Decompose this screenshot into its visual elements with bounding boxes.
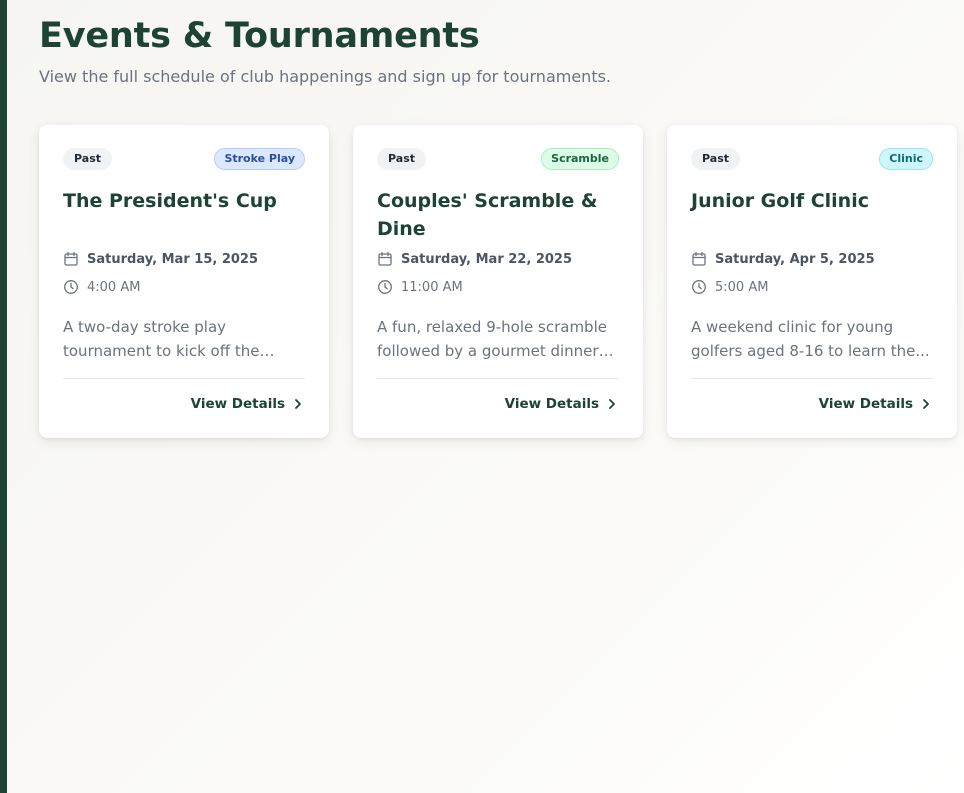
event-date: Saturday, Apr 5, 2025 [715, 251, 875, 267]
clock-icon [64, 280, 78, 294]
event-description: A fun, relaxed 9-hole scramble followed … [377, 318, 607, 360]
view-details-label: View Details [504, 396, 599, 412]
event-time: 4:00 AM [87, 279, 141, 295]
page-title: Events & Tournaments [39, 16, 480, 56]
view-details-button[interactable]: View Details [819, 396, 933, 412]
status-badge: Past [377, 148, 426, 170]
view-details-button[interactable]: View Details [505, 396, 619, 412]
event-title: Couples' Scramble & Dine [377, 190, 598, 240]
event-date-row: Saturday, Mar 22, 2025 [377, 251, 572, 267]
event-card[interactable]: Past Stroke Play The President's Cup Sat… [39, 125, 329, 438]
status-badge: Past [63, 148, 112, 170]
event-time-row: 4:00 AM [63, 279, 140, 295]
calendar-icon [378, 251, 392, 266]
event-description: A weekend clinic for young golfers aged … [691, 318, 930, 360]
chevron-right-icon [923, 399, 929, 409]
card-divider [691, 378, 933, 379]
event-date-row: Saturday, Mar 15, 2025 [63, 251, 258, 267]
card-divider [377, 378, 619, 379]
event-card[interactable]: Past Clinic Junior Golf Clinic Saturday,… [667, 125, 957, 438]
event-title: Junior Golf Clinic [691, 190, 869, 212]
view-details-button[interactable]: View Details [191, 396, 305, 412]
calendar-icon [692, 251, 706, 266]
status-badge: Past [691, 148, 740, 170]
event-date: Saturday, Mar 15, 2025 [87, 251, 259, 267]
clock-icon [378, 280, 392, 294]
event-description: A two-day stroke play tournament to kick… [63, 318, 260, 360]
clock-icon [692, 280, 706, 294]
calendar-icon [64, 251, 78, 266]
page-subtitle: View the full schedule of club happening… [39, 67, 612, 86]
event-type-badge: Scramble [541, 148, 619, 170]
event-time-row: 5:00 AM [691, 279, 768, 295]
card-divider [63, 378, 305, 379]
event-date-row: Saturday, Apr 5, 2025 [691, 251, 875, 267]
event-card[interactable]: Past Scramble Couples' Scramble & Dine S… [353, 125, 643, 438]
sidebar-edge [0, 0, 7, 793]
event-time: 11:00 AM [401, 279, 463, 295]
event-type-badge: Clinic [879, 148, 933, 170]
view-details-label: View Details [190, 396, 285, 412]
event-type-badge: Stroke Play [214, 148, 305, 170]
event-time-row: 11:00 AM [377, 279, 463, 295]
view-details-label: View Details [818, 396, 913, 412]
chevron-right-icon [295, 399, 301, 409]
event-date: Saturday, Mar 22, 2025 [401, 251, 573, 267]
event-time: 5:00 AM [715, 279, 769, 295]
chevron-right-icon [609, 399, 615, 409]
event-title: The President's Cup [63, 190, 277, 212]
